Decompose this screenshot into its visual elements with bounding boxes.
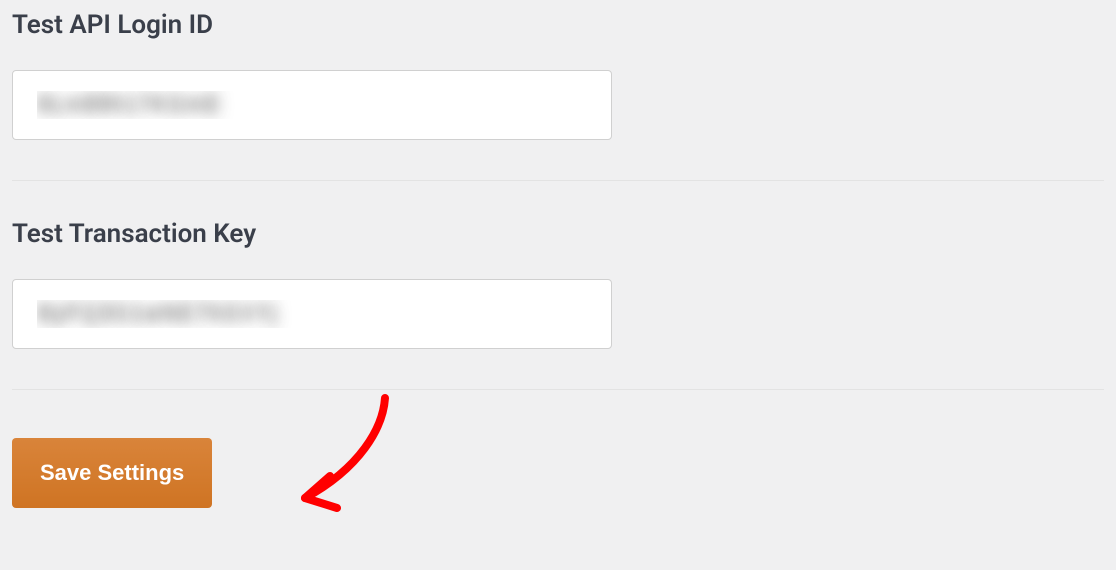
transaction-key-group: Test Transaction Key [12, 219, 1104, 390]
settings-form: Test API Login ID Test Transaction Key [0, 0, 1116, 390]
actions-bar: Save Settings [0, 428, 1116, 518]
transaction-key-label: Test Transaction Key [12, 219, 1104, 249]
arrow-annotation-icon [255, 388, 405, 528]
api-login-label: Test API Login ID [12, 10, 1104, 40]
transaction-key-input[interactable] [12, 279, 612, 349]
api-login-group: Test API Login ID [12, 10, 1104, 181]
api-login-input[interactable] [12, 70, 612, 140]
save-button[interactable]: Save Settings [12, 438, 212, 508]
